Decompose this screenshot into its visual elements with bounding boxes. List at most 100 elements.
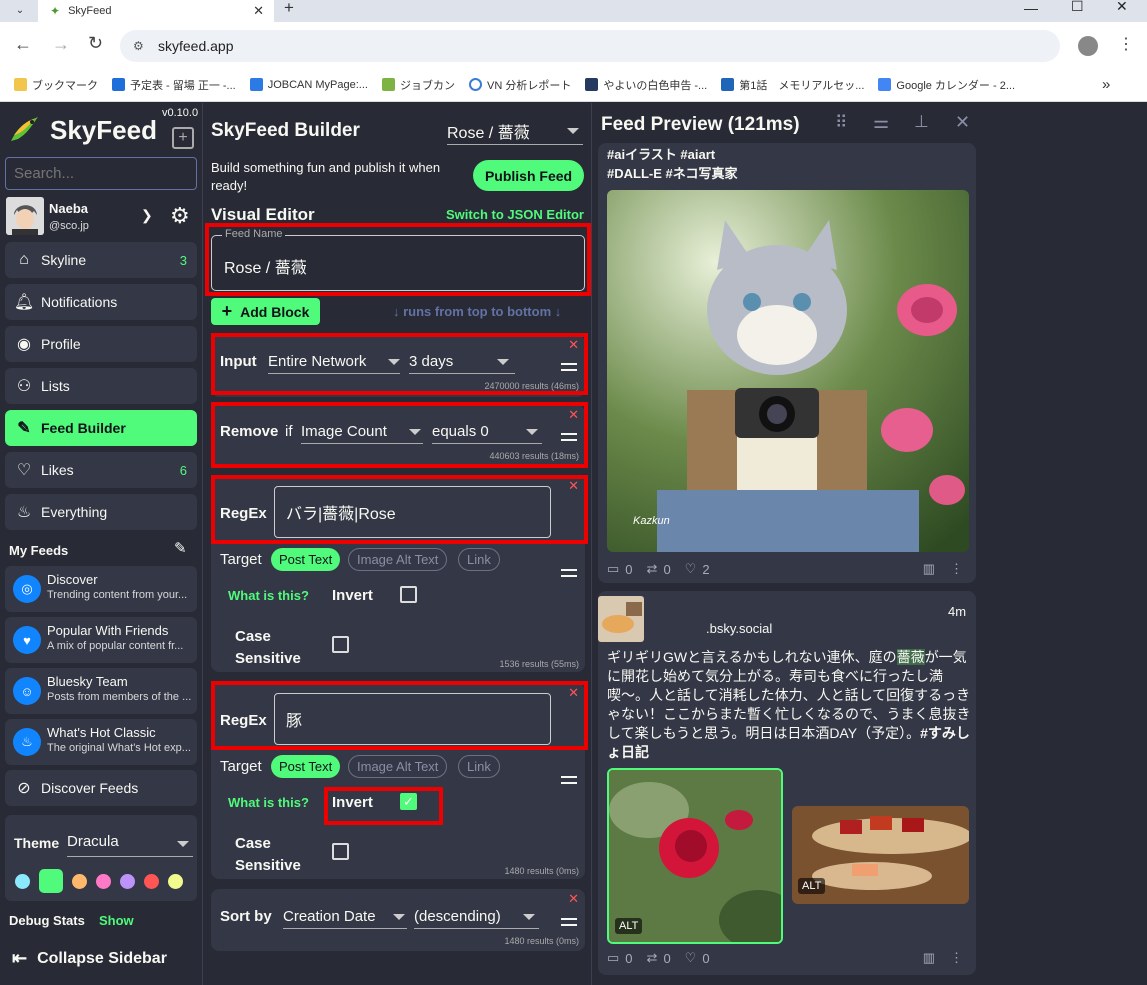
post-image[interactable]: Kazkun [607, 190, 969, 552]
bookmark-item[interactable]: ジョブカン [381, 77, 455, 93]
target-link-chip[interactable]: Link [458, 548, 500, 571]
sort-order-select[interactable]: (descending) [414, 908, 539, 929]
new-tab-button[interactable]: + [284, 0, 294, 18]
repost-icon[interactable]: ⇄ [647, 561, 658, 577]
bookmark-item[interactable]: JOBCAN MyPage:... [249, 78, 368, 91]
reload-icon[interactable]: ↻ [88, 33, 103, 54]
alt-badge[interactable]: ALT [798, 878, 826, 894]
stats-icon[interactable]: ▥ [923, 950, 935, 966]
feed-name-field[interactable]: Feed Name Rose / 薔薇 [211, 228, 585, 291]
remove-cond-select[interactable]: equals 0 [432, 423, 542, 444]
publish-feed-button[interactable]: Publish Feed [473, 160, 584, 191]
avatar[interactable] [598, 596, 644, 642]
post-image[interactable]: ALT [607, 768, 783, 944]
bookmark-item[interactable]: VN 分析レポート [468, 77, 571, 93]
drag-handle-icon[interactable] [561, 918, 577, 926]
sidebar-item-feed-builder[interactable]: ✎ Feed Builder [5, 410, 197, 446]
theme-select[interactable]: Dracula [67, 833, 193, 857]
drag-handle-icon[interactable] [561, 433, 577, 441]
theme-swatch[interactable] [120, 873, 135, 889]
bookmark-item[interactable]: やよいの白色申告 -... [585, 77, 707, 93]
repost-icon[interactable]: ⇄ [647, 950, 658, 966]
collapse-sidebar-button[interactable]: ⇤ Collapse Sidebar [12, 948, 167, 969]
case-sensitive-checkbox[interactable] [332, 636, 349, 653]
bookmark-item[interactable]: 予定表 - 留場 正一 -... [112, 77, 236, 93]
target-alt-text-chip[interactable]: Image Alt Text [348, 548, 448, 571]
stats-icon[interactable]: ▥ [923, 561, 935, 577]
chevron-down-icon[interactable]: ❯ [141, 207, 153, 224]
browser-tab[interactable]: ✦ SkyFeed ✕ [38, 0, 274, 22]
target-post-text-chip[interactable]: Post Text [271, 755, 341, 778]
regex-input[interactable]: バラ|薔薇|Rose [274, 486, 551, 538]
back-icon[interactable]: ← [14, 34, 32, 55]
bookmark-item[interactable]: ブックマーク [14, 77, 98, 93]
minimize-icon[interactable]: — [1024, 0, 1038, 16]
feed-item-discover[interactable]: ◎ Discover Trending content from your... [5, 566, 197, 612]
more-icon[interactable]: ⋮ [950, 950, 963, 966]
remove-block-icon[interactable]: ✕ [568, 337, 579, 353]
feed-post[interactable]: #aiイラスト #aiart #DALL-E #ネコ写真家 Kazkun ▭ 0 ⇄ [598, 143, 976, 583]
theme-swatch[interactable] [144, 873, 159, 889]
close-icon[interactable]: ✕ [955, 112, 970, 133]
sidebar-item-likes[interactable]: ♡ Likes 6 [5, 452, 197, 488]
sidebar-item-everything[interactable]: ♨ Everything [5, 494, 197, 530]
theme-swatch[interactable] [168, 873, 183, 889]
reply-icon[interactable]: ▭ [607, 561, 619, 577]
avatar[interactable] [6, 197, 44, 235]
address-bar[interactable]: ⚙ skyfeed.app [120, 30, 1060, 62]
pin-icon[interactable]: ⊥ [914, 112, 929, 132]
like-icon[interactable]: ♡ [685, 561, 697, 577]
debug-show-link[interactable]: Show [99, 913, 134, 928]
discover-feeds-button[interactable]: ⊘ Discover Feeds [5, 770, 197, 806]
more-icon[interactable]: ⋮ [950, 561, 963, 577]
drag-handle-icon[interactable] [561, 569, 577, 577]
remove-block-icon[interactable]: ✕ [568, 685, 579, 701]
input-source-select[interactable]: Entire Network [268, 353, 400, 374]
bookmark-item[interactable]: 第1話 メモリアルセッ... [721, 77, 864, 93]
sidebar-item-lists[interactable]: ⚇ Lists [5, 368, 197, 404]
invert-checkbox[interactable]: ✓ [400, 793, 417, 810]
add-column-icon[interactable]: + [172, 127, 194, 149]
drag-grid-icon[interactable]: ⠿ [835, 113, 847, 133]
target-post-text-chip[interactable]: Post Text [271, 548, 341, 571]
theme-swatch[interactable] [72, 873, 87, 889]
target-alt-text-chip[interactable]: Image Alt Text [348, 755, 448, 778]
target-link-chip[interactable]: Link [458, 755, 500, 778]
sort-field-select[interactable]: Creation Date [283, 908, 407, 929]
feed-item-whats-hot[interactable]: ♨ What's Hot Classic The original What's H… [5, 719, 197, 765]
switch-json-link[interactable]: Switch to JSON Editor [446, 207, 584, 222]
invert-checkbox[interactable] [400, 586, 417, 603]
close-window-icon[interactable]: ✕ [1116, 0, 1128, 15]
sidebar-item-skyline[interactable]: ⌂ Skyline 3 [5, 242, 197, 278]
remove-block-icon[interactable]: ✕ [568, 407, 579, 423]
edit-feeds-icon[interactable]: ✎ [174, 539, 187, 557]
feed-post[interactable]: .bsky.social 4m ギリギリGWと言えるかもしれない連休、庭の薔薇が… [598, 591, 976, 975]
feed-item-popular[interactable]: ♥ Popular With Friends A mix of popular co… [5, 617, 197, 663]
regex-input[interactable]: 豚 [274, 693, 551, 745]
sidebar-item-notifications[interactable]: 🔔︎ Notifications [5, 284, 197, 320]
remove-block-icon[interactable]: ✕ [568, 891, 579, 907]
tab-search-button[interactable]: ⌄ [6, 0, 34, 20]
profile-avatar-icon[interactable] [1078, 36, 1098, 56]
site-info-icon[interactable]: ⚙ [133, 39, 144, 53]
like-icon[interactable]: ♡ [685, 950, 697, 966]
bookmarks-overflow[interactable]: » [1102, 76, 1110, 93]
what-is-this-link[interactable]: What is this? [228, 795, 309, 810]
close-tab-icon[interactable]: ✕ [253, 3, 264, 19]
remove-block-icon[interactable]: ✕ [568, 478, 579, 494]
drag-handle-icon[interactable] [561, 363, 577, 371]
theme-swatch[interactable] [15, 873, 30, 889]
gear-icon[interactable]: ⚙ [170, 203, 190, 229]
sliders-icon[interactable]: ⚌ [873, 112, 889, 133]
post-image[interactable]: ALT [792, 806, 969, 904]
theme-swatch[interactable] [39, 869, 63, 893]
drag-handle-icon[interactable] [561, 776, 577, 784]
input-range-select[interactable]: 3 days [409, 353, 515, 374]
reply-icon[interactable]: ▭ [607, 950, 619, 966]
forward-icon[interactable]: → [52, 34, 70, 55]
menu-icon[interactable]: ⋮ [1118, 34, 1134, 54]
maximize-icon[interactable]: ☐ [1071, 0, 1084, 15]
what-is-this-link[interactable]: What is this? [228, 588, 309, 603]
feed-select[interactable]: Rose / 薔薇 [447, 119, 583, 145]
alt-badge[interactable]: ALT [615, 918, 643, 934]
